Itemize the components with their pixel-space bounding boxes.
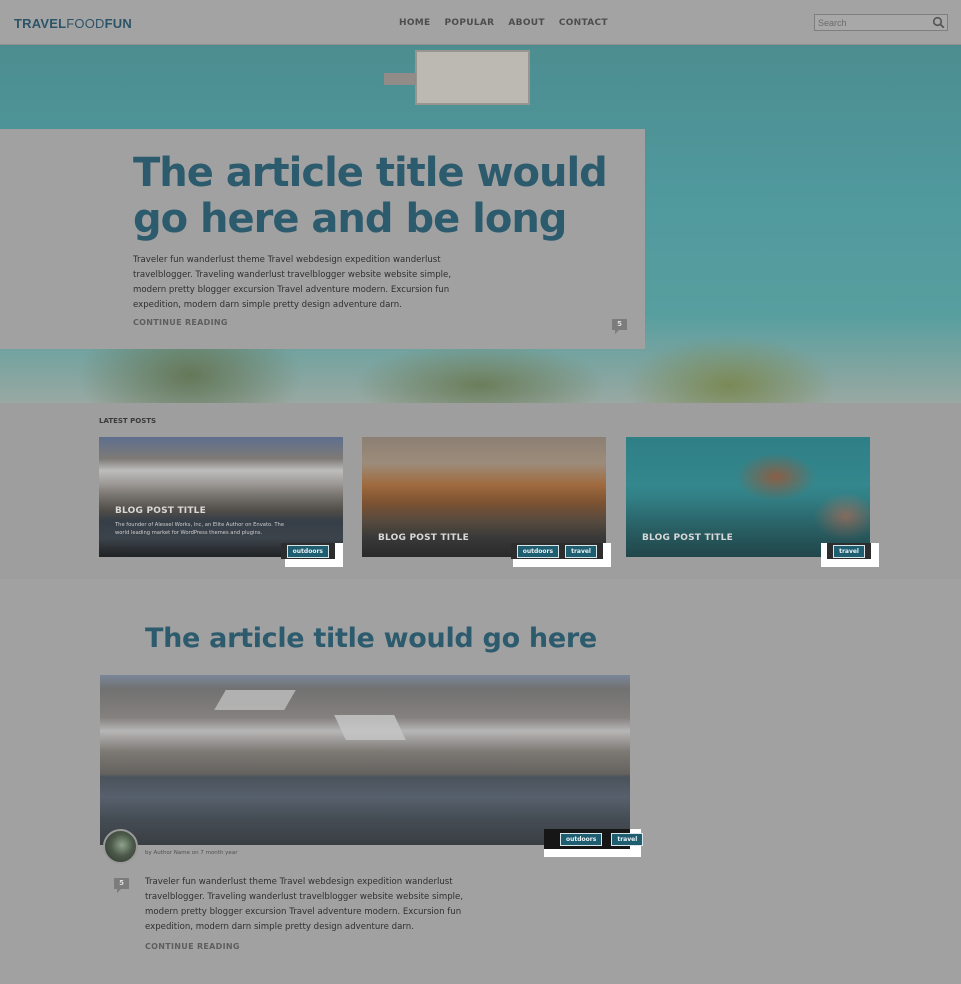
article-byline: by Author Name on 7 month year [145, 850, 238, 856]
card-title[interactable]: BLOG POST TITLE [378, 533, 469, 543]
logo-fun: FUN [104, 16, 132, 31]
search-icon[interactable] [932, 16, 945, 29]
tag-outdoors[interactable]: outdoors [286, 544, 329, 558]
latest-post-card[interactable]: BLOG POST TITLE [626, 437, 870, 557]
article-comment-count[interactable]: 5 [114, 878, 129, 893]
latest-post-card[interactable]: BLOG POST TITLE [362, 437, 606, 557]
tag-outdoors[interactable]: outdoors [560, 832, 603, 846]
nav-about[interactable]: ABOUT [508, 18, 544, 28]
card-overlay [99, 437, 343, 557]
card-tags: outdoors travel [510, 543, 611, 567]
image-overlay [100, 675, 630, 845]
nav-popular[interactable]: POPULAR [445, 18, 495, 28]
site-logo[interactable]: TRAVELFOODFUN [14, 16, 132, 31]
nav-contact[interactable]: CONTACT [559, 18, 608, 28]
comment-count-label: 5 [617, 320, 622, 328]
tag-travel[interactable]: travel [611, 832, 644, 846]
search-input[interactable] [818, 16, 928, 29]
main-nav: HOME POPULAR ABOUT CONTACT [399, 18, 608, 28]
card-title[interactable]: BLOG POST TITLE [642, 533, 733, 543]
article-title[interactable]: The article title would go here [145, 623, 597, 654]
card-title[interactable]: BLOG POST TITLE [115, 506, 206, 516]
logo-travel: TRAVEL [14, 16, 67, 31]
card-tags: outdoors [280, 543, 343, 567]
hero-banner: outdoors travel The article title would … [0, 45, 961, 403]
hero-continue-reading-link[interactable]: CONTINUE READING [133, 318, 228, 327]
latest-posts-heading: LATEST POSTS [99, 417, 157, 425]
logo-food: FOOD [66, 16, 105, 31]
nav-home[interactable]: HOME [399, 18, 431, 28]
card-tags: travel [821, 543, 879, 567]
latest-post-card[interactable]: BLOG POST TITLE The founder of Alessel W… [99, 437, 343, 557]
article-image[interactable] [100, 675, 630, 845]
hero-title[interactable]: The article title would go here and be l… [133, 150, 643, 242]
comment-count-label: 5 [119, 879, 124, 887]
latest-posts-section: LATEST POSTS BLOG POST TITLE The founder… [0, 403, 961, 579]
hero-article-card: The article title would go here and be l… [0, 129, 645, 349]
site-header: TRAVELFOODFUN HOME POPULAR ABOUT CONTACT [0, 0, 961, 45]
tag-outdoors[interactable]: outdoors [516, 544, 560, 558]
tag-travel[interactable]: travel [833, 544, 865, 558]
article-tags: outdoors travel [544, 829, 644, 857]
article-excerpt: Traveler fun wanderlust theme Travel web… [145, 877, 464, 932]
hero-comment-count[interactable]: 5 [612, 319, 627, 334]
search-box [814, 14, 948, 31]
tag-travel[interactable]: travel [565, 544, 597, 558]
hero-excerpt: Traveler fun wanderlust theme Travel web… [133, 255, 452, 310]
article-continue-reading-link[interactable]: CONTINUE READING [145, 942, 240, 951]
author-avatar[interactable] [103, 829, 138, 864]
card-excerpt: The founder of Alessel Works, Inc, an El… [115, 522, 285, 536]
